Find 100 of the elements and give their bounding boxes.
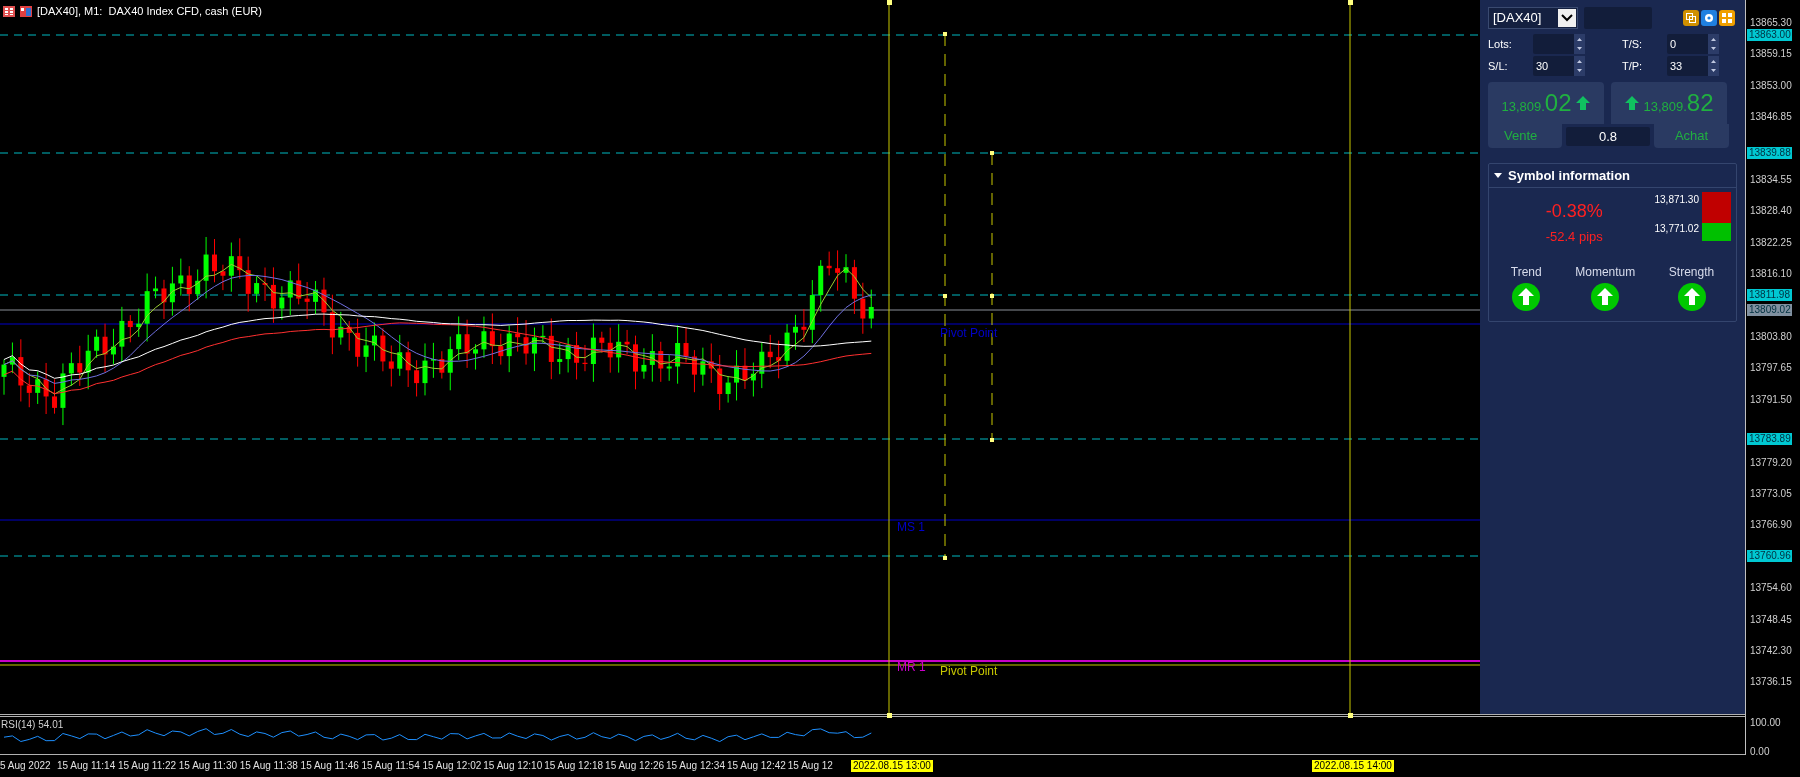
time-label: 15 Aug 12:18 — [544, 760, 604, 772]
chevron-down-icon — [1561, 14, 1573, 22]
number-field[interactable]: 33 — [1667, 56, 1719, 76]
candlestick — [430, 342, 436, 379]
candlestick — [228, 242, 234, 293]
candlestick — [329, 294, 335, 355]
settings-icon — [1704, 13, 1714, 23]
settings-button[interactable] — [1701, 10, 1717, 26]
candlestick — [94, 329, 100, 359]
marker-handle[interactable] — [1348, 713, 1353, 718]
chart-label: MR 1 — [897, 660, 926, 674]
time-label: 15 Aug 11:54 — [361, 760, 420, 772]
price-tick-label: 13742.30 — [1750, 645, 1792, 657]
time-label: 15 Aug 11:38 — [239, 760, 298, 772]
marker-handle[interactable] — [887, 713, 892, 718]
candlestick — [304, 281, 310, 320]
candlestick — [616, 323, 622, 374]
grid-button[interactable] — [1719, 10, 1735, 26]
copy-button[interactable] — [1683, 10, 1699, 26]
spinner-arrows-icon — [1708, 34, 1719, 54]
time-label: 15 Aug 11:14 — [57, 760, 116, 772]
time-marker-label: 2022.08.15 14:00 — [1312, 760, 1394, 772]
window-title: [DAX40], M1: DAX40 Index CFD, cash (EUR) — [37, 4, 262, 19]
candlestick — [77, 345, 83, 387]
chart-label: MS 1 — [897, 520, 925, 534]
time-label: 15 Aug 11:30 — [178, 760, 237, 772]
candlestick — [633, 335, 638, 390]
candlestick — [287, 270, 293, 316]
candlestick — [624, 329, 630, 355]
candlestick — [254, 276, 260, 303]
buy-price-button[interactable]: 13,809.82 — [1611, 82, 1727, 124]
candlestick — [220, 264, 226, 291]
candlestick — [186, 265, 192, 312]
candlestick — [18, 338, 24, 402]
candlestick — [363, 327, 369, 373]
candlestick — [700, 347, 706, 387]
candlestick — [9, 342, 15, 374]
candlestick — [557, 342, 563, 375]
time-label: 5 Aug 2022 — [0, 760, 51, 772]
symbol-dropdown[interactable]: [DAX40] — [1488, 7, 1578, 29]
copy-icon — [1686, 13, 1696, 23]
candlestick — [742, 347, 748, 390]
candlestick — [388, 345, 394, 387]
candlestick — [380, 327, 386, 372]
up-arrow-icon — [1574, 95, 1591, 111]
sell-price-button[interactable]: 13,809.02 — [1488, 82, 1604, 124]
candlestick — [127, 314, 133, 343]
candlestick — [784, 323, 790, 367]
candlestick — [43, 362, 49, 415]
chart-window-icon — [20, 5, 32, 17]
number-field[interactable]: 30 — [1533, 56, 1585, 76]
price-label: 13809.02 — [1747, 304, 1792, 316]
number-field[interactable]: 0 — [1667, 34, 1719, 54]
price-tick-label: 13828.40 — [1750, 205, 1792, 217]
price-tick-label: 13816.10 — [1750, 268, 1792, 280]
price-tick-label: 13865.30 — [1750, 17, 1792, 29]
candlestick — [464, 319, 470, 369]
candlestick — [1, 359, 7, 396]
candlestick — [195, 268, 201, 301]
price-label: 13811.98 — [1747, 289, 1792, 301]
section-header[interactable]: Symbol information — [1489, 164, 1736, 188]
candlestick — [683, 327, 689, 363]
rsi-tick-label: 100.00 — [1750, 717, 1781, 729]
time-label: 15 Aug 12:10 — [483, 760, 543, 772]
sell-button[interactable]: Vente — [1488, 124, 1562, 148]
candlestick — [313, 280, 319, 315]
candlestick — [708, 342, 714, 384]
chart-label: Pivot Point — [940, 664, 998, 678]
price-tick-label: 13822.25 — [1750, 237, 1792, 249]
time-label: 15 Aug 11:22 — [117, 760, 177, 772]
number-field[interactable] — [1533, 34, 1585, 54]
price-tick-label: 13773.05 — [1750, 488, 1792, 500]
buy-button[interactable]: Achat — [1654, 124, 1729, 148]
candlestick — [809, 279, 815, 344]
candlestick — [237, 237, 243, 280]
marker-handle[interactable] — [887, 0, 892, 5]
candlestick — [52, 378, 57, 415]
candlestick — [523, 319, 529, 366]
candlestick — [110, 328, 116, 365]
triangle-down-icon — [1494, 172, 1502, 179]
price-tick-label: 13779.20 — [1750, 457, 1792, 469]
candlestick — [675, 324, 681, 385]
candlestick — [60, 362, 66, 426]
candlestick — [68, 352, 74, 387]
time-label: 15 Aug 12:42 — [726, 760, 786, 772]
candlestick — [473, 343, 478, 371]
candlestick — [860, 282, 866, 335]
indicator-label: Trend — [1510, 263, 1542, 281]
marker-handle[interactable] — [1348, 0, 1353, 5]
candlestick — [574, 331, 580, 380]
candlestick — [405, 341, 411, 388]
candlestick — [481, 316, 487, 359]
indicator-label: Strength — [1668, 263, 1715, 281]
candlestick — [717, 354, 723, 411]
price-tick-label: 13859.15 — [1750, 48, 1792, 60]
up-arrow-icon — [1624, 95, 1641, 111]
candlestick — [835, 249, 841, 292]
price-tick-label: 13748.45 — [1750, 614, 1792, 626]
candlestick — [776, 340, 782, 379]
candlestick — [414, 359, 420, 397]
